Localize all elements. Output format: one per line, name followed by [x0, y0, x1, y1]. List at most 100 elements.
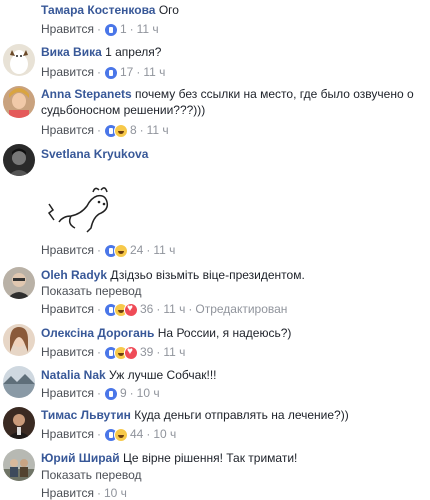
commenter-name[interactable]: Тамара Костенкова [41, 3, 155, 17]
like-button[interactable]: Нравится [41, 65, 94, 79]
reaction-count[interactable]: 17 [120, 65, 133, 79]
commenter-name[interactable]: Тимас Львутин [41, 408, 131, 422]
reactions[interactable] [103, 243, 128, 258]
commenter-name[interactable]: Юрий Ширай [41, 451, 120, 465]
comment-meta: Нравится · 9 · 10 ч [41, 386, 160, 401]
timestamp[interactable]: 11 ч [163, 345, 185, 359]
reaction-count[interactable]: 24 [130, 243, 143, 257]
show-translation-link[interactable]: Показать перевод [41, 468, 142, 482]
reactions[interactable] [103, 386, 118, 401]
comment-text: Уж лучше Собчак!!! [109, 368, 217, 382]
reactions[interactable] [103, 65, 118, 80]
like-button[interactable]: Нравится [41, 243, 94, 257]
reactions[interactable] [103, 427, 128, 442]
reactions[interactable] [103, 123, 128, 138]
separator: · [96, 345, 101, 359]
reactions[interactable] [103, 345, 138, 360]
separator: · [96, 486, 101, 500]
haha-reaction-icon [113, 427, 128, 442]
avatar[interactable] [3, 44, 35, 76]
haha-reaction-icon [113, 123, 128, 138]
avatar[interactable] [3, 366, 35, 398]
like-button[interactable]: Нравится [41, 427, 94, 441]
timestamp[interactable]: 11 ч [163, 302, 185, 316]
love-reaction-icon [123, 345, 138, 360]
like-reaction-icon [103, 22, 118, 37]
reactions[interactable] [103, 22, 118, 37]
reaction-count[interactable]: 8 [130, 123, 137, 137]
comment-body: Вика Вика 1 апреля? [41, 44, 422, 60]
separator: · [96, 123, 101, 137]
reactions[interactable] [103, 302, 138, 317]
avatar[interactable] [3, 407, 35, 439]
reaction-count[interactable]: 9 [120, 386, 127, 400]
commenter-name[interactable]: Svetlana Kryukova [41, 147, 148, 161]
like-button[interactable]: Нравится [41, 386, 94, 400]
commenter-name[interactable]: Natalia Nak [41, 368, 106, 382]
separator: · [156, 345, 161, 359]
comment-meta: Нравится · 44 · 10 ч [41, 427, 176, 442]
comment-text: Це вірне рішення! Так тримати! [122, 451, 298, 465]
avatar[interactable] [3, 267, 35, 299]
comment-meta: Нравится·39·11 ч [41, 345, 185, 360]
sticker-image [41, 186, 113, 236]
commenter-name[interactable]: Anna Stepanets [41, 87, 132, 101]
timestamp[interactable]: 11 ч [147, 123, 169, 137]
separator: · [146, 427, 151, 441]
comment-body: Тимас Львутин Куда деньги отправлять на … [41, 407, 422, 423]
like-button[interactable]: Нравится [41, 123, 94, 137]
comment-text: Куда деньги отправлять на лечение?)) [134, 408, 349, 422]
avatar[interactable] [3, 449, 35, 481]
timestamp[interactable]: 11 ч [137, 22, 159, 36]
timestamp[interactable]: 11 ч [143, 65, 165, 79]
reaction-count[interactable]: 39 [140, 345, 153, 359]
separator: · [139, 123, 144, 137]
separator: · [96, 22, 101, 36]
avatar[interactable] [3, 324, 35, 356]
commenter-name[interactable]: Олексіна Дорогань [41, 326, 154, 340]
comment-meta: Нравится · 8 · 11 ч [41, 123, 169, 138]
comment-body: Oleh Radyk Дзідзьо візьміть віце-президе… [41, 267, 422, 283]
separator: · [129, 386, 134, 400]
separator: · [96, 302, 101, 316]
avatar[interactable] [3, 86, 35, 118]
commenter-name[interactable]: Вика Вика [41, 45, 102, 59]
show-translation-link[interactable]: Показать перевод [41, 284, 142, 298]
comment-meta: Нравится · 1 · 11 ч [41, 22, 159, 37]
separator: · [96, 386, 101, 400]
comment-body: Anna Stepanets почему без ссылки на мест… [41, 86, 422, 118]
reaction-count[interactable]: 1 [120, 22, 127, 36]
separator: · [96, 243, 101, 257]
timestamp[interactable]: 11 ч [153, 243, 175, 257]
commenter-name[interactable]: Oleh Radyk [41, 268, 107, 282]
comment-text: На России, я надеюсь?) [157, 326, 292, 340]
comment-body: Natalia Nak Уж лучше Собчак!!! [41, 367, 422, 383]
like-button[interactable]: Нравится [41, 22, 94, 36]
separator: · [188, 302, 193, 316]
like-reaction-icon [103, 65, 118, 80]
like-button[interactable]: Нравится [41, 486, 94, 500]
separator: · [96, 427, 101, 441]
separator: · [129, 22, 134, 36]
comment-meta: Нравится · 10 ч [41, 486, 127, 500]
love-reaction-icon [123, 302, 138, 317]
timestamp[interactable]: 10 ч [137, 386, 160, 400]
like-button[interactable]: Нравится [41, 345, 94, 359]
like-reaction-icon [103, 386, 118, 401]
timestamp[interactable]: 10 ч [153, 427, 176, 441]
reaction-count[interactable]: 36 [140, 302, 153, 316]
separator: · [136, 65, 141, 79]
separator: · [146, 243, 151, 257]
timestamp[interactable]: 10 ч [104, 486, 127, 500]
edited-label[interactable]: Отредактирован [195, 302, 287, 316]
avatar[interactable] [3, 144, 35, 176]
comment-body: Тамара Костенкова Ого [41, 2, 422, 18]
like-button[interactable]: Нравится [41, 302, 94, 316]
comment-body: Svetlana Kryukova [41, 146, 422, 162]
comment-meta: Нравится · 17 · 11 ч [41, 65, 165, 80]
comment-meta: Нравится·36·11 ч·Отредактирован [41, 302, 287, 317]
comment-meta: Нравится · 24 · 11 ч [41, 243, 175, 258]
separator: · [96, 65, 101, 79]
comment-body: Юрий Ширай Це вірне рішення! Так тримати… [41, 450, 422, 466]
reaction-count[interactable]: 44 [130, 427, 143, 441]
